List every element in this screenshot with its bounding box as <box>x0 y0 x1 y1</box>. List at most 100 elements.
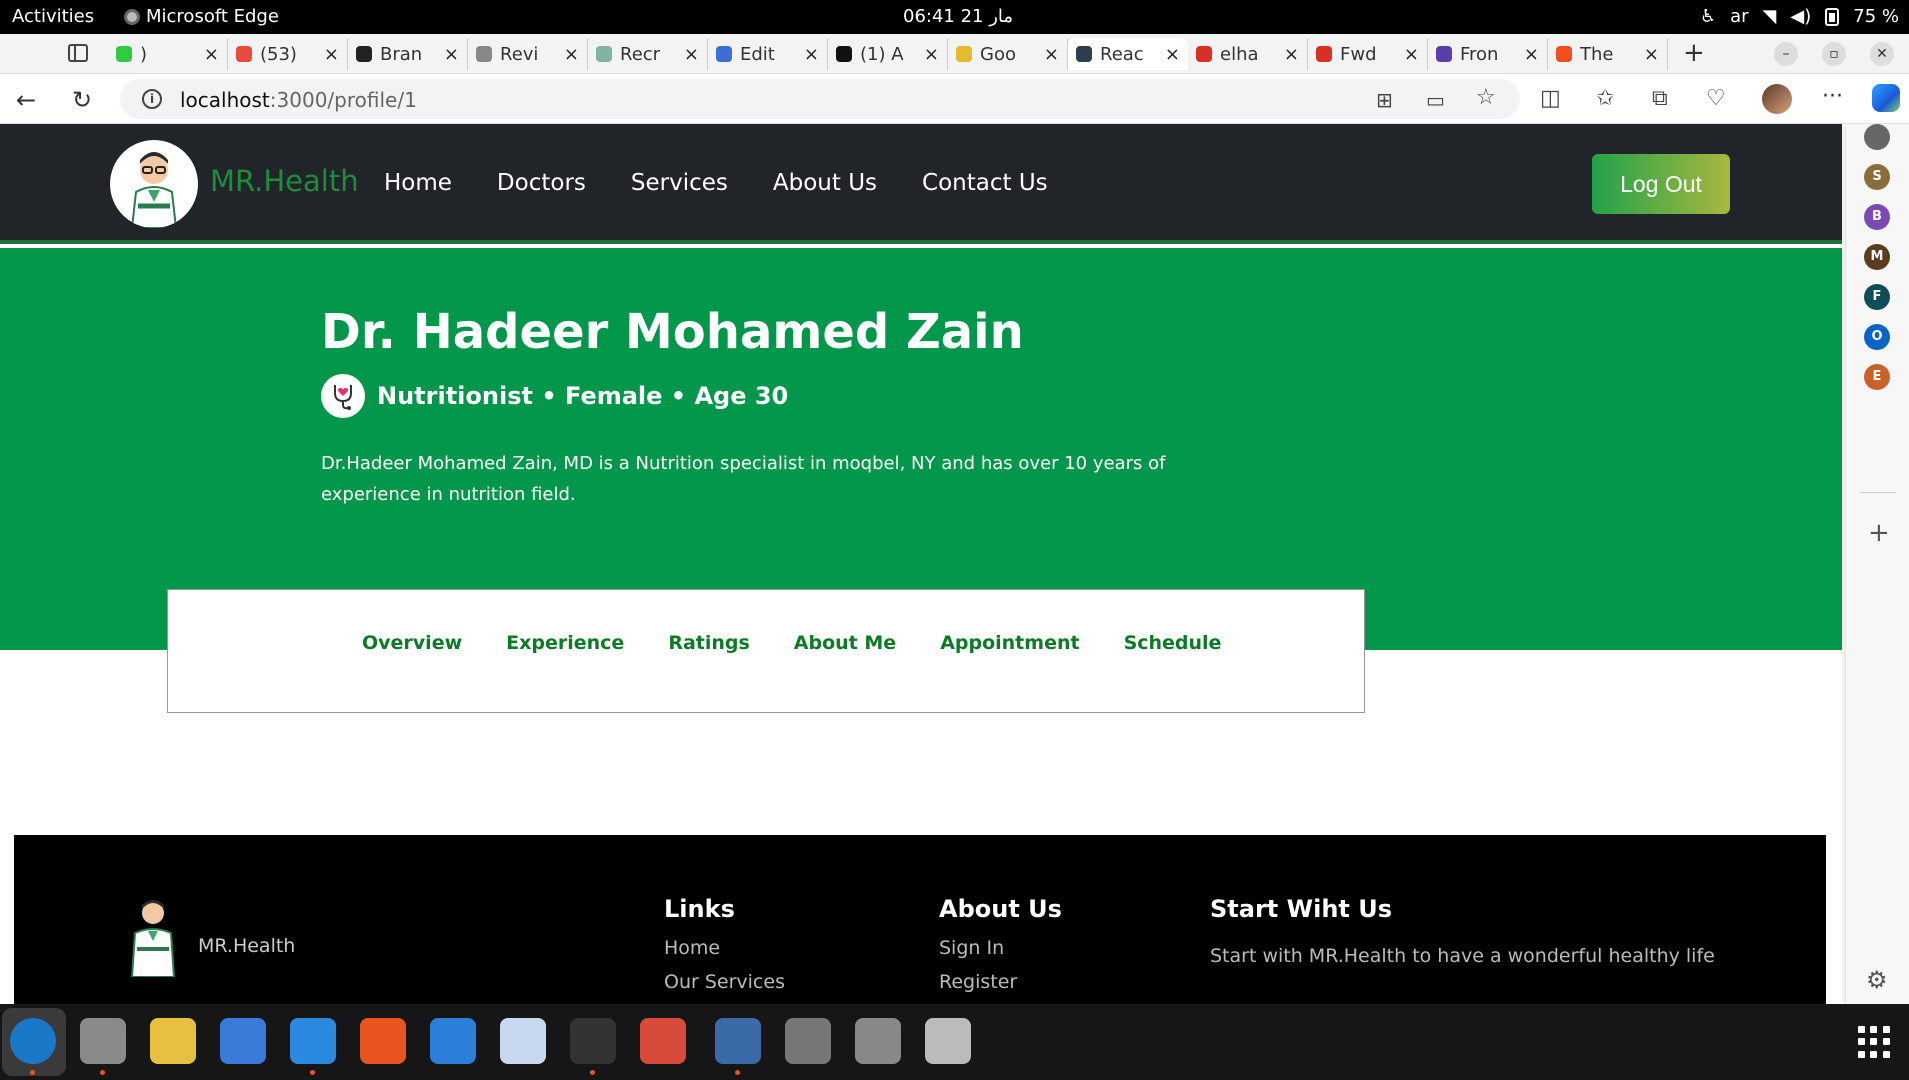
app-available-icon[interactable]: ⊞ <box>1376 88 1393 112</box>
tab-close-icon[interactable]: × <box>1404 44 1419 65</box>
tab-close-icon[interactable]: × <box>684 44 699 65</box>
nav-doctors[interactable]: Doctors <box>497 170 586 196</box>
nav-services[interactable]: Services <box>631 170 728 196</box>
browser-tab[interactable]: Goo × <box>948 38 1068 70</box>
site-info-icon[interactable]: i <box>142 89 162 109</box>
disk-icon[interactable] <box>785 1018 831 1064</box>
tab-appointment[interactable]: Appointment <box>940 632 1079 654</box>
sidebar-app-icon[interactable]: O <box>1864 324 1890 350</box>
browser-tab[interactable]: elha × <box>1188 38 1308 70</box>
tab-ratings[interactable]: Ratings <box>668 632 749 654</box>
footer-link-services[interactable]: Our Services <box>664 971 785 993</box>
tab-about-me[interactable]: About Me <box>794 632 896 654</box>
footer-link-home[interactable]: Home <box>664 937 785 959</box>
footer-link-register[interactable]: Register <box>939 971 1062 993</box>
tab-title: elha <box>1220 43 1259 65</box>
app-menu[interactable]: Microsoft Edge <box>124 6 279 27</box>
tab-close-icon[interactable]: × <box>1644 44 1659 65</box>
browser-tab[interactable]: Edit × <box>708 38 828 70</box>
rhythmbox-icon[interactable] <box>150 1018 196 1064</box>
sidebar-settings-gear-icon[interactable]: ⚙ <box>1866 966 1888 994</box>
doctor-name: Dr. Hadeer Mohamed Zain <box>321 304 1024 360</box>
postgres-icon[interactable] <box>715 1018 761 1064</box>
ssd-icon[interactable] <box>855 1018 901 1064</box>
browser-tab[interactable]: Revi × <box>468 38 588 70</box>
tab-close-icon[interactable]: × <box>1284 44 1299 65</box>
favorite-star-icon[interactable]: ☆ <box>1476 85 1496 110</box>
new-tab-button[interactable]: + <box>1683 40 1705 66</box>
nav-home[interactable]: Home <box>384 170 452 196</box>
browser-tab[interactable]: Recr × <box>588 38 708 70</box>
tab-close-icon[interactable]: × <box>444 44 459 65</box>
url-text[interactable]: localhost:3000/profile/1 <box>180 88 417 112</box>
help-icon[interactable] <box>430 1018 476 1064</box>
tab-close-icon[interactable]: × <box>324 44 339 65</box>
tab-close-icon[interactable]: × <box>1165 44 1180 65</box>
sidebar-app-icon[interactable]: S <box>1864 164 1890 190</box>
doctor-logo-image[interactable] <box>110 140 198 228</box>
browser-tab[interactable]: ) × <box>108 38 228 70</box>
browser-tab[interactable]: Fwd × <box>1308 38 1428 70</box>
refresh-icon[interactable]: ↻ <box>72 86 92 114</box>
address-bar[interactable]: i localhost:3000/profile/1 ⊞ ▭ ☆ <box>120 79 1520 119</box>
tab-schedule[interactable]: Schedule <box>1124 632 1222 654</box>
wifi-icon: ◥ <box>1762 6 1777 27</box>
favorites-icon[interactable]: ✩ <box>1596 86 1614 111</box>
sidebar-app-icon[interactable]: B <box>1864 204 1890 230</box>
system-tray[interactable]: ♿ ar ◥ ◀) 75 % <box>1700 6 1899 27</box>
performance-heart-icon[interactable]: ♡ <box>1706 86 1726 111</box>
nav-contact-us[interactable]: Contact Us <box>922 170 1048 196</box>
collections-icon[interactable]: ⧉ <box>1652 86 1668 111</box>
nav-about-us[interactable]: About Us <box>773 170 877 196</box>
copilot-icon[interactable] <box>1872 84 1900 112</box>
vscode-icon[interactable] <box>290 1018 336 1064</box>
tab-close-icon[interactable]: × <box>924 44 939 65</box>
sidebar-app-icon[interactable]: E <box>1864 364 1890 390</box>
keyboard-layout[interactable]: ar <box>1730 6 1748 27</box>
sidebar-app-icon[interactable] <box>1864 124 1890 150</box>
logout-button[interactable]: Log Out <box>1592 154 1730 214</box>
footer-logo-image <box>126 895 180 978</box>
activities-button[interactable]: Activities <box>12 6 94 27</box>
tab-close-icon[interactable]: × <box>804 44 819 65</box>
terminal-icon[interactable] <box>570 1018 616 1064</box>
footer-link-signin[interactable]: Sign In <box>939 937 1062 959</box>
app-center-icon[interactable] <box>360 1018 406 1064</box>
show-apps-grid-icon[interactable] <box>1858 1026 1890 1058</box>
tab-title: Goo <box>980 43 1016 65</box>
browser-tab[interactable]: (53) × <box>228 38 348 70</box>
reader-view-icon[interactable]: ▭ <box>1426 88 1445 112</box>
tab-overview[interactable]: Overview <box>362 632 462 654</box>
trash-icon[interactable] <box>925 1018 971 1064</box>
sidebar-app-icon[interactable]: F <box>1864 284 1890 310</box>
restore-button[interactable]: ▫ <box>1822 42 1846 66</box>
profile-avatar[interactable] <box>1762 84 1792 114</box>
sidebar-app-icon[interactable]: M <box>1864 244 1890 270</box>
close-window-button[interactable]: ✕ <box>1870 42 1894 66</box>
browser-tab[interactable]: (1) A × <box>828 38 948 70</box>
tab-title: The <box>1580 43 1614 65</box>
browser-tab[interactable]: The × <box>1548 38 1668 70</box>
add-sidebar-app-icon[interactable]: + <box>1868 518 1890 548</box>
tab-actions-icon[interactable] <box>68 44 88 62</box>
edge-icon[interactable] <box>10 1018 56 1064</box>
browser-tab[interactable]: Bran × <box>348 38 468 70</box>
browser-tab[interactable]: Reac × <box>1068 38 1188 70</box>
tab-close-icon[interactable]: × <box>564 44 579 65</box>
more-menu-icon[interactable]: ··· <box>1822 84 1843 109</box>
browser-tab[interactable]: Fron × <box>1428 38 1548 70</box>
clock[interactable]: 06:41 21 مار <box>903 6 1013 27</box>
text-editor-icon[interactable] <box>500 1018 546 1064</box>
document-viewer-icon[interactable] <box>640 1018 686 1064</box>
split-screen-icon[interactable]: ◫ <box>1540 86 1561 111</box>
minimize-button[interactable]: – <box>1774 42 1798 66</box>
tab-experience[interactable]: Experience <box>506 632 624 654</box>
files-icon[interactable] <box>80 1018 126 1064</box>
tab-close-icon[interactable]: × <box>1044 44 1059 65</box>
back-icon[interactable]: ← <box>16 86 36 114</box>
tab-close-icon[interactable]: × <box>1524 44 1539 65</box>
libreoffice-writer-icon[interactable] <box>220 1018 266 1064</box>
accessibility-icon[interactable]: ♿ <box>1700 6 1716 27</box>
tab-close-icon[interactable]: × <box>204 44 219 65</box>
brand-name[interactable]: MR.Health <box>210 164 359 198</box>
